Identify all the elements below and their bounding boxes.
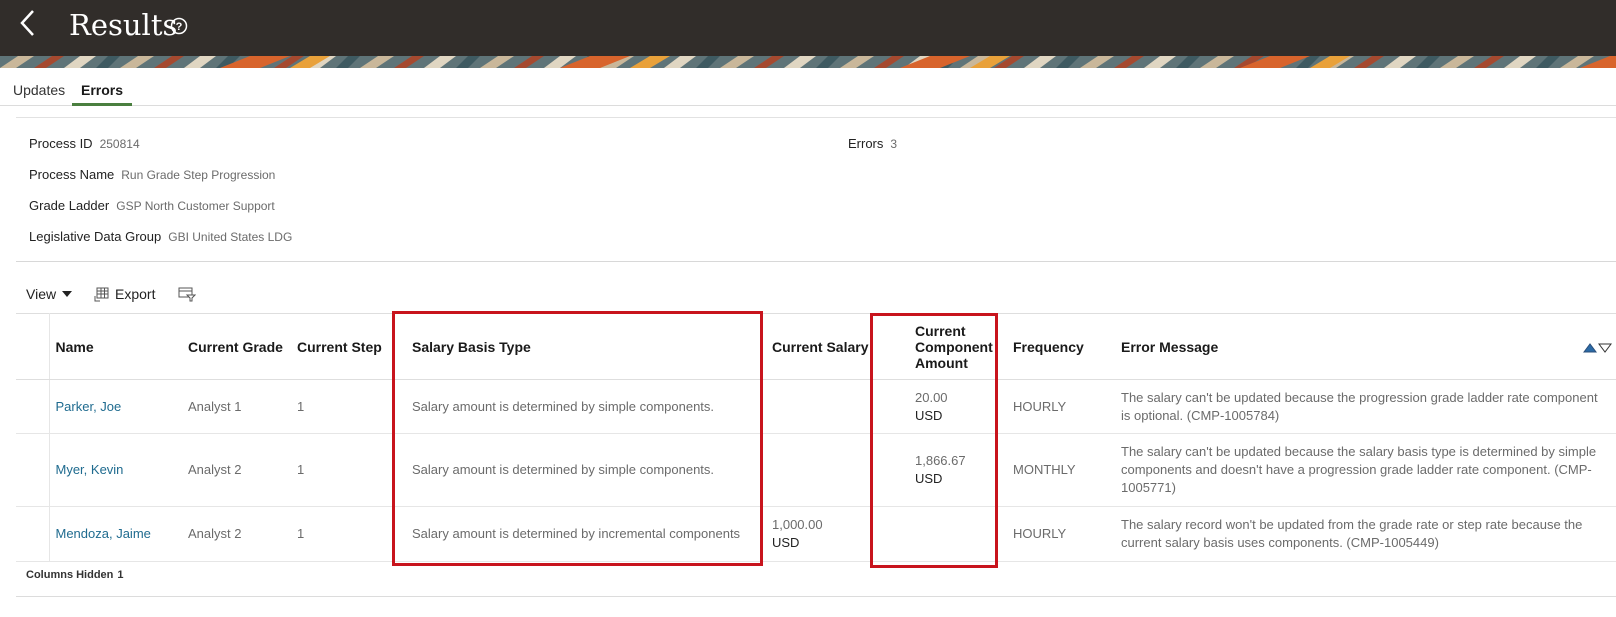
caret-down-icon xyxy=(62,291,73,297)
column-header-error-message[interactable]: Error Message xyxy=(1115,313,1616,380)
column-header-component-line2: Component xyxy=(915,338,993,355)
ldg-value: GBI United States LDG xyxy=(168,230,293,244)
process-summary: Process ID 250814 Process Name Run Grade S… xyxy=(16,117,1616,262)
tab-bar: Updates Errors xyxy=(0,78,1616,106)
current-salary-cell: 1,000.00 USD xyxy=(766,506,899,562)
column-header-current-component-amount[interactable]: Current Component Amount xyxy=(899,313,1007,380)
row-selector-header xyxy=(16,313,50,380)
tab-updates[interactable]: Updates xyxy=(13,80,65,106)
current-step-cell: 1 xyxy=(291,433,399,507)
error-message-cell: The salary record won't be updated from … xyxy=(1115,506,1616,562)
employee-name-link[interactable]: Parker, Joe xyxy=(56,399,122,414)
columns-hidden-status: Columns Hidden 1 xyxy=(26,569,124,581)
app-header: Results ? xyxy=(0,0,1616,56)
salary-basis-type-cell: Salary amount is determined by increment… xyxy=(399,506,766,562)
chevron-left-icon xyxy=(20,10,34,36)
table-header-row: Name Current Grade Current Step Salary B… xyxy=(16,313,1616,380)
process-id-value: 250814 xyxy=(99,137,140,151)
row-selector[interactable] xyxy=(16,433,50,507)
columns-hidden-label: Columns Hidden xyxy=(26,569,114,581)
table-row[interactable]: Myer, Kevin Analyst 2 1 Salary amount is… xyxy=(16,433,1616,507)
column-header-current-salary[interactable]: Current Salary xyxy=(766,313,899,380)
table-row[interactable]: Parker, Joe Analyst 1 1 Salary amount is… xyxy=(16,379,1616,434)
frequency-cell: HOURLY xyxy=(1007,506,1115,562)
decorative-banner xyxy=(0,56,1616,68)
component-amount-value: 1,866.67 xyxy=(915,453,966,468)
process-name-label: Process Name xyxy=(29,167,115,182)
current-step-cell: 1 xyxy=(291,379,399,434)
salary-basis-type-cell: Salary amount is determined by simple co… xyxy=(399,433,766,507)
grade-ladder-value: GSP North Customer Support xyxy=(116,199,275,213)
error-message-cell: The salary can't be updated because the … xyxy=(1115,379,1616,434)
column-header-salary-basis-type[interactable]: Salary Basis Type xyxy=(399,313,766,380)
frequency-cell: MONTHLY xyxy=(1007,433,1115,507)
view-menu-button[interactable]: View xyxy=(26,286,74,302)
component-amount-cell: 1,866.67 USD xyxy=(899,433,1007,507)
column-header-error-message-label: Error Message xyxy=(1121,338,1219,355)
errors-label: Errors xyxy=(848,136,884,151)
back-button[interactable] xyxy=(12,6,42,40)
current-salary-cell xyxy=(766,379,899,434)
grade-ladder-label: Grade Ladder xyxy=(29,198,110,213)
export-label: Export xyxy=(115,286,156,302)
sort-arrows-icon[interactable] xyxy=(1582,341,1612,353)
current-grade-cell: Analyst 2 xyxy=(182,433,291,507)
component-amount-currency: USD xyxy=(915,407,943,423)
grade-ladder-field: Grade Ladder GSP North Customer Support xyxy=(29,198,275,213)
column-header-frequency[interactable]: Frequency xyxy=(1007,313,1115,380)
export-spreadsheet-icon xyxy=(94,287,109,302)
current-salary-cell xyxy=(766,433,899,507)
ldg-label: Legislative Data Group xyxy=(29,229,162,244)
process-name-field: Process Name Run Grade Step Progression xyxy=(29,167,275,182)
current-salary-currency: USD xyxy=(772,535,800,550)
frequency-cell: HOURLY xyxy=(1007,379,1115,434)
current-step-cell: 1 xyxy=(291,506,399,562)
filter-button[interactable] xyxy=(178,286,196,302)
errors-table: Name Current Grade Current Step Salary B… xyxy=(16,313,1616,562)
export-button[interactable]: Export xyxy=(94,286,155,302)
employee-name-link[interactable]: Mendoza, Jaime xyxy=(56,526,151,541)
column-header-name[interactable]: Name xyxy=(49,313,182,380)
errors-field: Errors 3 xyxy=(848,136,897,151)
view-label: View xyxy=(26,286,57,302)
ldg-field: Legislative Data Group GBI United States … xyxy=(29,229,292,244)
process-name-value: Run Grade Step Progression xyxy=(121,168,276,182)
current-grade-cell: Analyst 2 xyxy=(182,506,291,562)
column-header-component-line3: Amount xyxy=(915,354,968,371)
salary-basis-type-cell: Salary amount is determined by simple co… xyxy=(399,379,766,434)
process-id-field: Process ID 250814 xyxy=(29,136,140,151)
error-message-cell: The salary can't be updated because the … xyxy=(1115,433,1616,507)
process-id-label: Process ID xyxy=(29,136,93,151)
component-amount-cell xyxy=(899,506,1007,562)
row-selector[interactable] xyxy=(16,379,50,434)
employee-name-link[interactable]: Myer, Kevin xyxy=(56,462,124,477)
tab-errors[interactable]: Errors xyxy=(72,80,133,106)
question-circle-icon[interactable]: ? xyxy=(170,17,188,35)
column-header-current-step[interactable]: Current Step xyxy=(291,313,399,380)
table-bottom-divider xyxy=(16,596,1616,597)
column-header-current-grade[interactable]: Current Grade xyxy=(182,313,291,380)
table-row[interactable]: Mendoza, Jaime Analyst 2 1 Salary amount… xyxy=(16,506,1616,562)
current-grade-cell: Analyst 1 xyxy=(182,379,291,434)
component-amount-cell: 20.00 USD xyxy=(899,379,1007,434)
columns-hidden-count: 1 xyxy=(117,569,124,581)
component-amount-currency: USD xyxy=(915,471,943,486)
page-title: Results xyxy=(69,8,178,42)
row-selector[interactable] xyxy=(16,506,50,562)
component-amount-value: 20.00 xyxy=(915,389,948,405)
errors-value: 3 xyxy=(890,137,898,151)
filter-icon xyxy=(178,287,196,302)
column-header-component-line1: Current xyxy=(915,322,966,339)
svg-text:?: ? xyxy=(176,21,183,33)
current-salary-amount: 1,000.00 xyxy=(772,517,823,532)
